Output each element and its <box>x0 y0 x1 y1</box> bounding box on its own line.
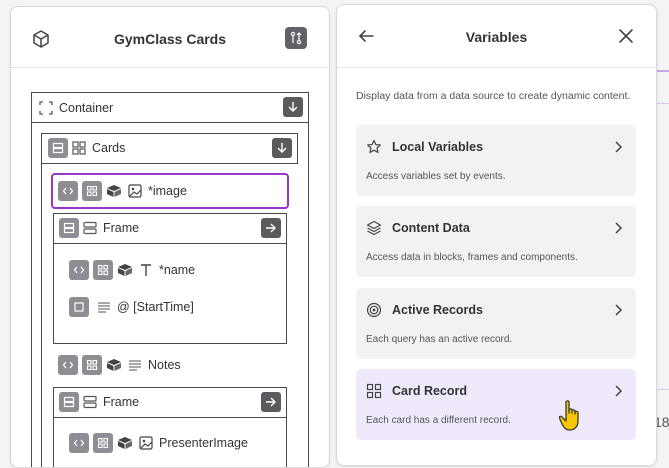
cards-collapse-button[interactable] <box>272 138 292 158</box>
stack-icon <box>59 392 79 412</box>
container-bounds-icon <box>39 101 53 115</box>
arrow-right-icon <box>266 397 276 407</box>
container-row: Container <box>39 98 113 118</box>
grid-badge-icon <box>93 433 113 453</box>
box-icon <box>106 358 122 372</box>
variables-description: Display data from a data source to creat… <box>356 90 631 102</box>
box-icon <box>117 263 133 277</box>
chevron-right-icon <box>615 385 623 397</box>
frame-expand-button[interactable] <box>261 392 281 412</box>
stack-icon <box>48 138 68 158</box>
card-title: Card Record <box>392 384 468 398</box>
layers-icon <box>366 220 382 236</box>
variables-panel-header: Variables <box>337 5 656 68</box>
code-icon <box>58 181 78 201</box>
content-data-card[interactable]: Content Data Access data in blocks, fram… <box>356 206 636 277</box>
name-label: *name <box>159 263 196 277</box>
code-icon <box>69 433 89 453</box>
toggle-button[interactable] <box>285 27 307 49</box>
frame-icon <box>83 221 97 235</box>
tree-guide-line <box>53 418 54 467</box>
code-icon <box>69 260 89 280</box>
tree-guide-line <box>41 164 42 467</box>
grid-icon <box>72 141 86 155</box>
active-records-card[interactable]: Active Records Each query has an active … <box>356 288 636 359</box>
local-variables-card[interactable]: Local Variables Access variables set by … <box>356 125 636 196</box>
branch-toggle-icon <box>290 31 302 45</box>
start-time-label: @ [StartTime] <box>117 300 194 314</box>
frame-expand-button[interactable] <box>261 218 281 238</box>
grid-badge-icon <box>82 355 102 375</box>
star-icon <box>367 139 381 154</box>
chevron-right-icon <box>615 304 623 316</box>
hand-pointer-icon <box>558 400 579 431</box>
card-description: Each card has a different record. <box>366 415 511 426</box>
chevron-right-icon <box>615 222 623 234</box>
frame-icon <box>83 395 97 409</box>
layers-panel: GymClass Cards Container Cards *image Fr… <box>10 6 330 468</box>
variables-panel: Variables Display data from a data sourc… <box>336 4 657 466</box>
tree-guide-line <box>286 418 287 467</box>
arrow-right-icon <box>266 223 276 233</box>
card-description: Access variables set by events. <box>366 171 506 182</box>
container-label: Container <box>59 101 114 115</box>
tree-guide-line <box>308 123 309 467</box>
paragraph-icon <box>128 358 142 372</box>
close-icon[interactable] <box>617 27 635 45</box>
container-collapse-button[interactable] <box>283 97 303 117</box>
square-icon <box>69 297 89 317</box>
notes-row[interactable]: Notes <box>58 355 181 375</box>
grid-icon <box>366 383 382 399</box>
card-title: Local Variables <box>392 140 484 154</box>
variables-panel-title: Variables <box>465 29 528 45</box>
cards-row: Cards <box>48 138 125 158</box>
box-icon <box>106 184 122 198</box>
image-row: *image <box>58 181 187 201</box>
frame-body <box>53 244 287 344</box>
image-icon <box>128 184 142 198</box>
notes-label: Notes <box>148 358 181 372</box>
card-description: Access data in blocks, frames and compon… <box>366 252 578 263</box>
start-time-row[interactable]: @ [StartTime] <box>69 297 194 317</box>
card-title: Active Records <box>392 303 484 317</box>
arrow-down-icon <box>277 143 287 153</box>
grid-badge-icon <box>82 181 102 201</box>
presenter-image-row[interactable]: PresenterImage <box>69 433 248 453</box>
text-icon <box>139 263 153 277</box>
tree-guide-line <box>31 123 32 467</box>
layers-panel-title: GymClass Cards <box>113 31 227 47</box>
layers-panel-header: GymClass Cards <box>11 7 329 68</box>
frame-label: Frame <box>103 395 140 409</box>
frame-row: Frame <box>59 392 139 412</box>
target-icon <box>366 302 382 318</box>
grid-badge-icon <box>93 260 113 280</box>
stack-icon <box>59 218 79 238</box>
name-row[interactable]: *name <box>69 260 195 280</box>
card-description: Each query has an active record. <box>366 334 513 345</box>
cards-label: Cards <box>92 141 126 155</box>
code-icon <box>58 355 78 375</box>
image-label: *image <box>148 184 187 198</box>
card-record-card[interactable]: Card Record Each card has a different re… <box>356 369 636 440</box>
frame-label: Frame <box>103 221 140 235</box>
chevron-right-icon <box>615 141 623 153</box>
frame-row: Frame <box>59 218 139 238</box>
arrow-down-icon <box>288 102 298 112</box>
paragraph-icon <box>97 300 111 314</box>
card-title: Content Data <box>392 221 470 235</box>
